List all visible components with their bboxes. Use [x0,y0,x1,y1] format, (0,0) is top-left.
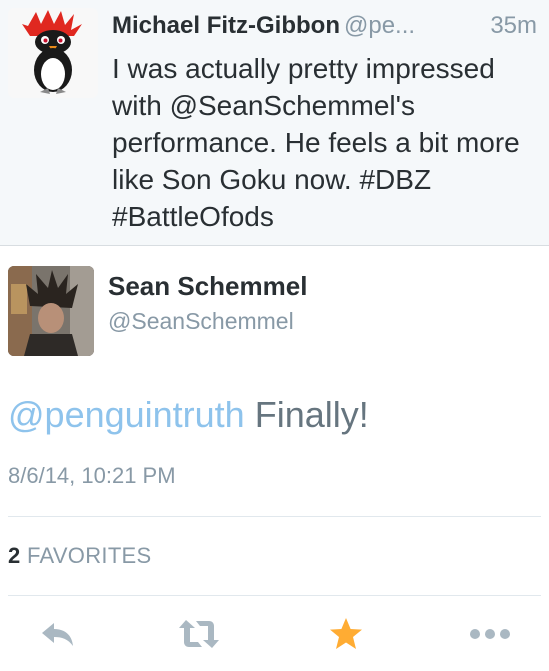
author-handle[interactable]: @SeanSchemmel [108,306,294,336]
penguin-avatar[interactable] [8,8,98,98]
more-icon [470,629,510,639]
tweet-timestamp[interactable]: 8/6/14, 10:21 PM [8,461,176,491]
favorite-button[interactable] [324,614,368,654]
parent-tweet-time: 35m [490,12,537,39]
parent-tweet[interactable]: Michael Fitz-Gibbon @pe... 35m I was actu… [0,0,549,246]
favorites-number: 2 [8,543,21,568]
retweet-icon [179,620,219,648]
parent-author-handle[interactable]: @pe... [344,12,415,39]
tweet-text: @penguintruth Finally! [8,392,369,438]
divider [8,516,541,517]
more-button[interactable] [468,614,512,654]
tweet-text-body: Finally! [244,394,369,435]
parent-tweet-text: I was actually pretty impressed with @Se… [112,53,520,232]
favorites-count[interactable]: 2 FAVORITES [8,541,152,571]
divider [8,595,541,596]
favorites-label: FAVORITES [26,543,152,568]
parent-author-name[interactable]: Michael Fitz-Gibbon [112,12,340,39]
author-name[interactable]: Sean Schemmel [108,270,307,302]
retweet-button[interactable] [177,614,221,654]
star-icon [330,618,362,649]
reply-icon [42,623,73,646]
author-avatar[interactable] [8,266,94,356]
parent-tweet-header: Michael Fitz-Gibbon @pe... [112,10,540,42]
reply-button[interactable] [36,614,80,654]
mention-link[interactable]: @penguintruth [8,394,245,435]
